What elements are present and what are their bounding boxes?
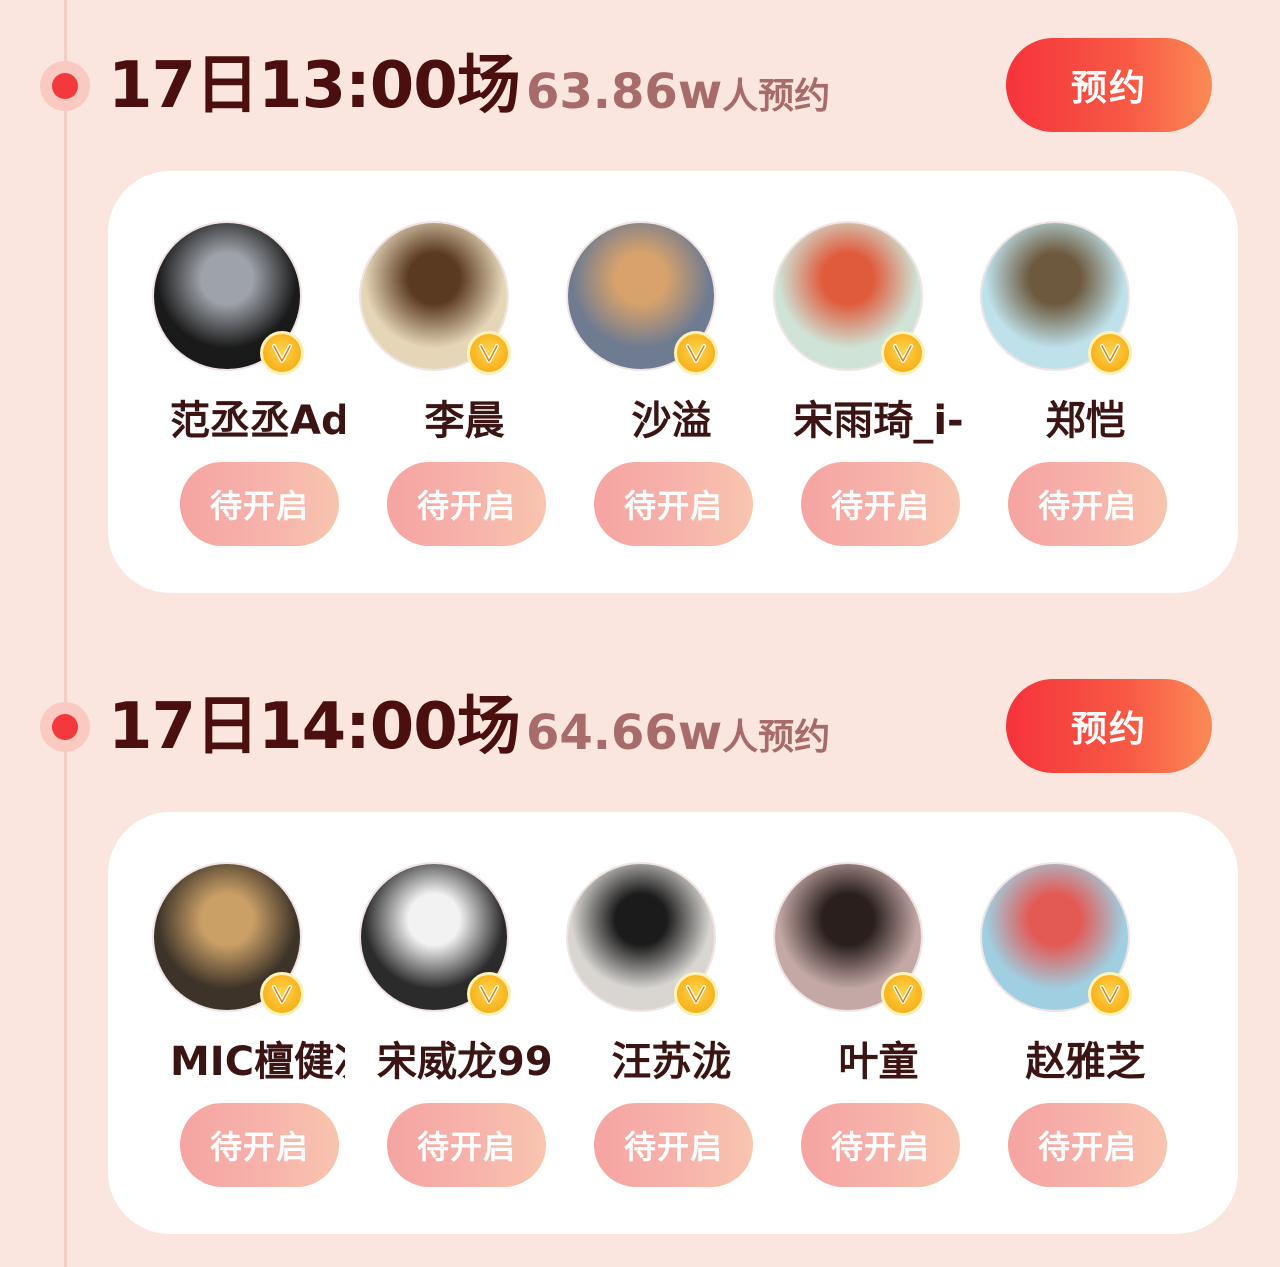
guest-item[interactable]: 郑恺 待开启 (936, 171, 1167, 593)
session-1300: 17日13:00场 63.86w人预约 预约 范丞丞Ad 待开启 李晨 待开启 … (0, 0, 1280, 600)
guest-item[interactable]: 汪苏泷 待开启 (522, 812, 753, 1234)
guest-item[interactable]: 沙溢 待开启 (522, 171, 753, 593)
guest-item[interactable]: 范丞丞Ad 待开启 (108, 171, 345, 593)
reserve-count-value: 63.86w (526, 64, 723, 120)
guest-item[interactable]: 赵雅芝 待开启 (936, 812, 1167, 1234)
verified-v-badge-icon (467, 331, 511, 375)
verified-v-badge-icon (1088, 331, 1132, 375)
session-1400: 17日14:00场 64.66w人预约 预约 MIC檀健次 待开启 宋威龙99 … (0, 641, 1280, 1241)
guest-name: 赵雅芝 (1025, 1039, 1146, 1085)
verified-v-badge-icon (674, 972, 718, 1016)
guest-item[interactable]: 宋雨琦_i- 待开启 (729, 171, 964, 593)
session-title: 17日14:00场 (108, 690, 521, 764)
status-button[interactable]: 待开启 (1008, 462, 1167, 546)
guest-item[interactable]: 宋威龙99 待开启 (315, 812, 552, 1234)
verified-v-badge-icon (1088, 972, 1132, 1016)
verified-v-badge-icon (467, 972, 511, 1016)
reserve-count: 64.66w人预约 (526, 701, 830, 770)
reserve-count-suffix: 人预约 (722, 717, 831, 758)
verified-v-badge-icon (881, 972, 925, 1016)
reserve-button[interactable]: 预约 (1006, 679, 1212, 773)
reserve-count-value: 64.66w (526, 705, 723, 761)
guest-card: 范丞丞Ad 待开启 李晨 待开启 沙溢 待开启 宋雨琦_i- 待开启 郑恺 待开… (108, 171, 1238, 593)
timeline-dot-icon (40, 702, 90, 752)
verified-v-badge-icon (674, 331, 718, 375)
reserve-count: 63.86w人预约 (526, 60, 830, 129)
guest-item[interactable]: 李晨 待开启 (315, 171, 546, 593)
status-button[interactable]: 待开启 (1008, 1103, 1167, 1187)
verified-v-badge-icon (881, 331, 925, 375)
timeline-dot-icon (40, 61, 90, 111)
reserve-button[interactable]: 预约 (1006, 38, 1212, 132)
reserve-count-suffix: 人预约 (722, 76, 831, 117)
verified-v-badge-icon (260, 972, 304, 1016)
guest-card: MIC檀健次 待开启 宋威龙99 待开启 汪苏泷 待开启 叶童 待开启 赵雅芝 … (108, 812, 1238, 1234)
guest-item[interactable]: 叶童 待开启 (729, 812, 960, 1234)
session-title: 17日13:00场 (108, 49, 521, 123)
guest-item[interactable]: MIC檀健次 待开启 (108, 812, 345, 1234)
guest-name: 郑恺 (1045, 398, 1126, 444)
verified-v-badge-icon (260, 331, 304, 375)
